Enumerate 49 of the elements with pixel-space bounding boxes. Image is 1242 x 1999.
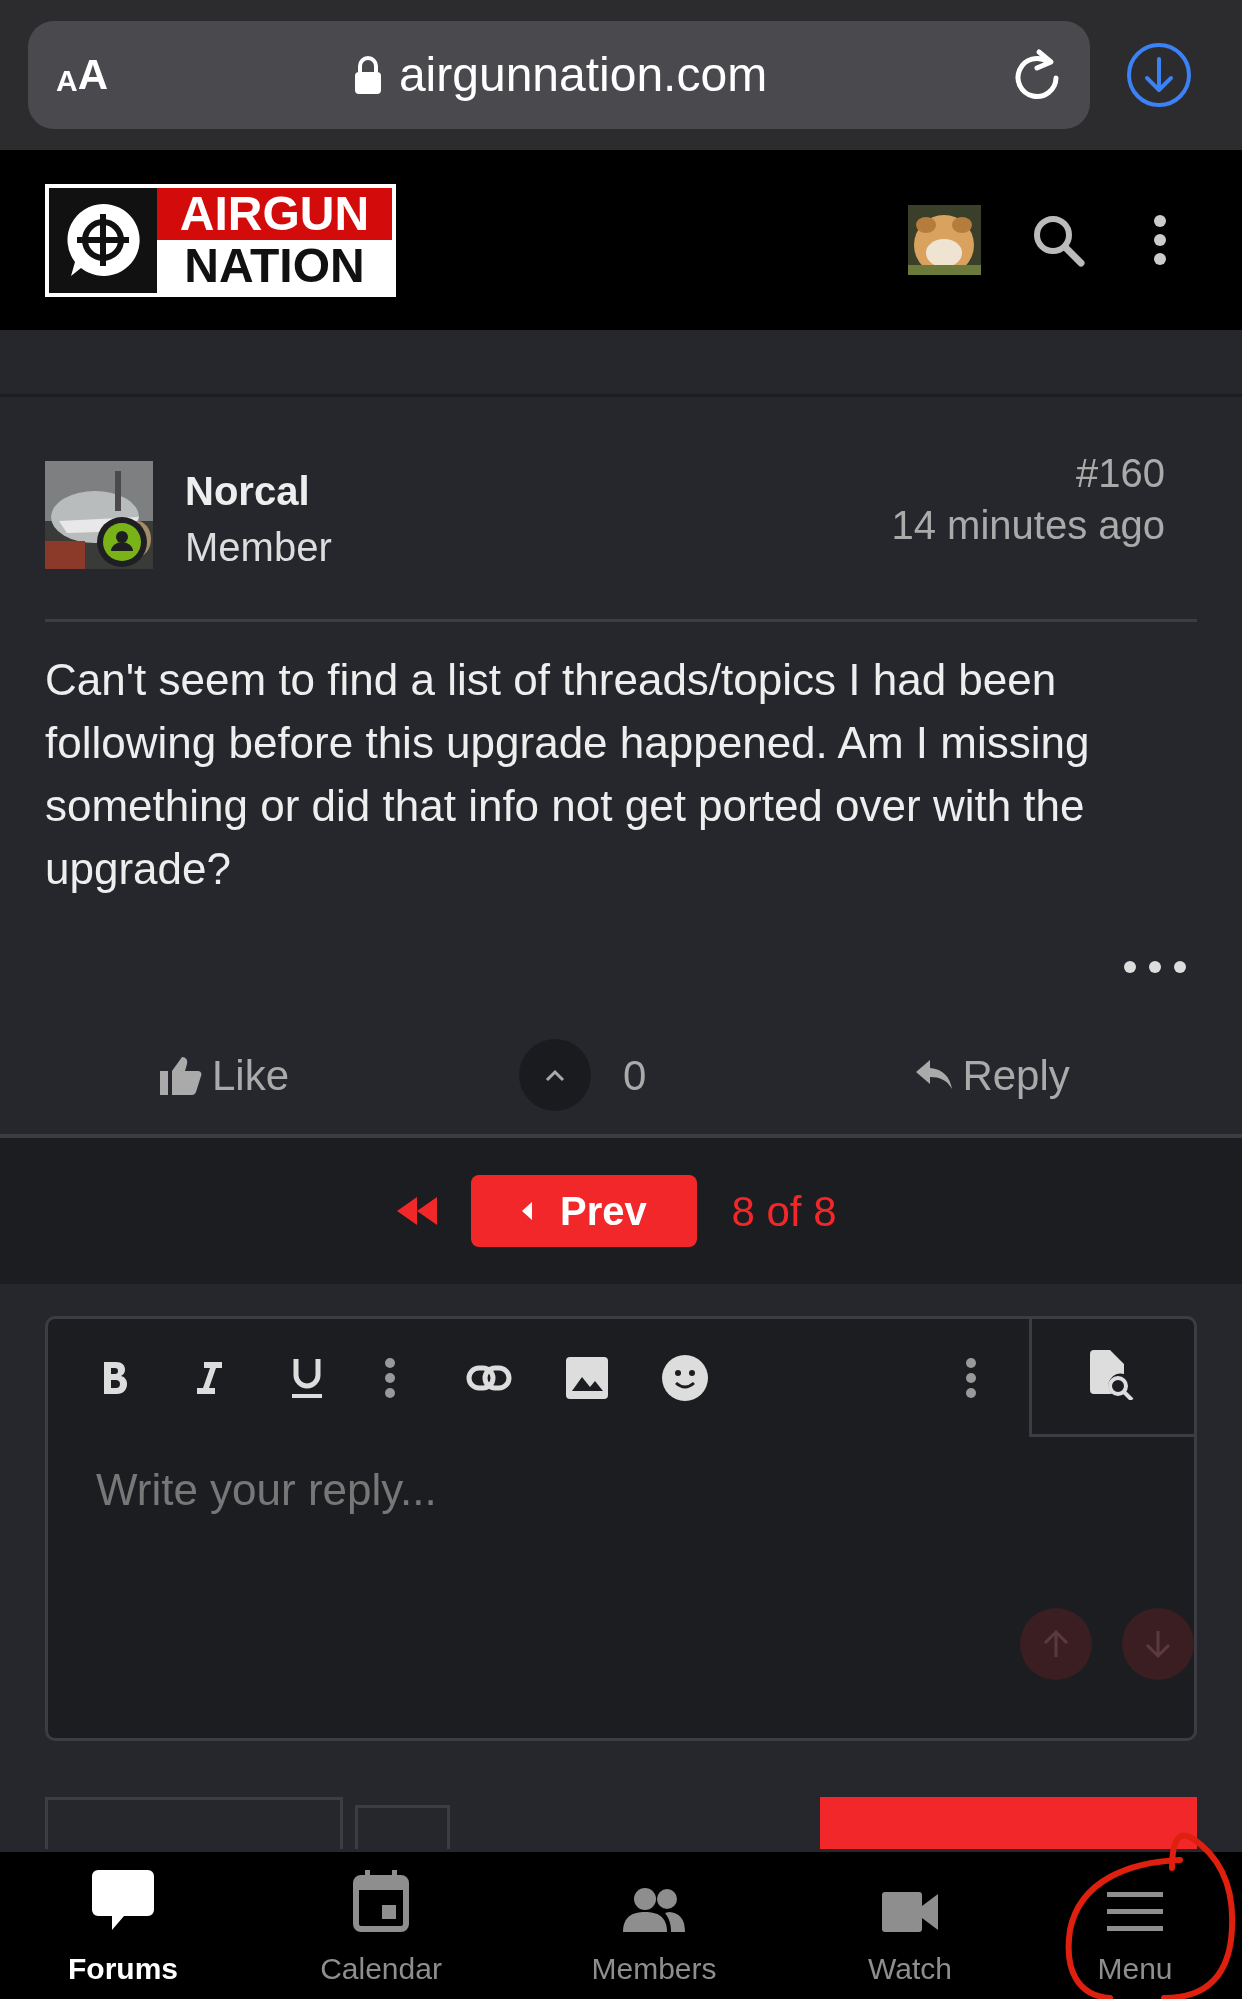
calendar-icon [353,1870,409,1932]
nav-tab[interactable]: Forums [0,1852,246,1999]
nav-tab[interactable]: Menu [1028,1852,1242,1999]
logo-text: AIRGUN [157,187,392,240]
more-options-icon[interactable] [1153,214,1167,266]
page-indicator[interactable]: 8 of 8 [731,1179,837,1243]
reply-button[interactable]: Reply [916,1043,1070,1107]
more-options-icon[interactable] [384,1358,396,1398]
prev-button[interactable]: Prev [471,1175,698,1247]
underline-icon[interactable] [290,1357,324,1399]
smiley-icon[interactable] [662,1355,708,1401]
arrow-down-icon [1145,1629,1171,1659]
author-name[interactable]: Norcal [185,463,332,519]
vote-score: 0 [623,1050,647,1101]
more-icon[interactable] [1123,960,1187,974]
document-search-icon [1090,1350,1136,1400]
chat-bubble-icon [92,1870,154,1932]
italic-icon[interactable] [194,1360,224,1396]
thumbs-up-icon [160,1055,202,1095]
first-page-icon[interactable] [397,1197,438,1225]
post-body: Can't seem to find a list of threads/topics I had been following before this upgrade happened. Am I missing something or did that info not get ported over with the upgrade? [45,654,1091,895]
address-bar[interactable]: AA airgunnation.com [28,21,1090,129]
download-icon[interactable] [1126,42,1192,108]
image-icon[interactable] [566,1357,608,1399]
reply-input[interactable]: Write your reply... [96,1457,996,1577]
site-logo[interactable]: AIRGUN NATION [45,183,396,297]
text-size-button[interactable]: AA [56,54,108,96]
reply-icon [916,1060,953,1090]
nav-tab[interactable]: Watch [792,1852,1028,1999]
lock-icon [352,55,383,95]
video-camera-icon [882,1892,938,1932]
logo-text: NATION [183,239,366,292]
arrow-up-icon [1043,1629,1069,1659]
more-options-icon[interactable] [965,1358,977,1398]
post-number-link[interactable]: #160 [1076,447,1165,499]
menu-icon [1107,1892,1163,1932]
post-time-link[interactable]: 14 minutes ago [891,499,1165,551]
people-icon [623,1888,685,1932]
reply-editor[interactable]: Write your reply... [45,1316,1197,1741]
url-text: airgunnation.com [398,47,768,103]
search-icon[interactable] [1031,213,1085,267]
caret-icon [522,1202,533,1220]
link-icon[interactable] [466,1365,512,1391]
like-button[interactable]: Like [160,1043,290,1107]
chevron-up-icon [544,1068,567,1082]
preview-button[interactable] [1029,1316,1194,1437]
nav-tab[interactable]: Calendar [246,1852,516,1999]
author-role: Member [185,524,332,571]
nav-tab[interactable]: Members [516,1852,792,1999]
